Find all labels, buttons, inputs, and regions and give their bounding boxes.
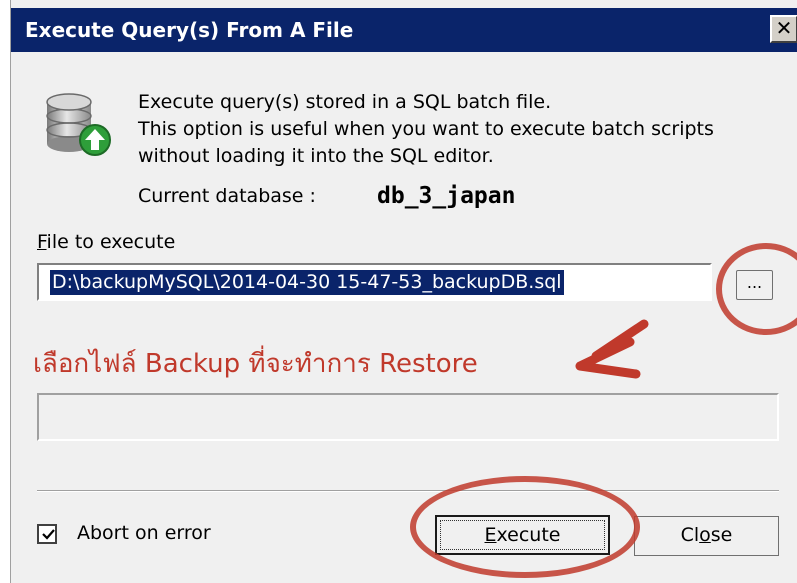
checkmark-icon: [42, 529, 55, 540]
title-bar[interactable]: Execute Query(s) From A File ✕: [11, 8, 797, 52]
file-path-value: D:\backupMySQL\2014-04-30 15-47-53_backu…: [50, 270, 564, 295]
execute-query-dialog: Execute Query(s) From A File ✕ Execute q…: [10, 0, 797, 583]
database-upload-icon: [46, 93, 111, 156]
divider: [37, 490, 779, 492]
description: Execute query(s) stored in a SQL batch f…: [138, 89, 714, 170]
close-icon: ✕: [775, 16, 793, 40]
annotation-arrow-icon: [575, 319, 649, 379]
current-database-value: db_3_japan: [377, 183, 516, 209]
close-label-post: se: [710, 524, 733, 546]
annotation-circle-execute: [410, 476, 640, 578]
description-line-3: without loading it into the SQL editor.: [138, 145, 494, 167]
description-line-1: Execute query(s) stored in a SQL batch f…: [138, 91, 552, 113]
checkbox-box[interactable]: [37, 524, 57, 544]
progress-bar: [37, 393, 779, 441]
close-window-button[interactable]: ✕: [770, 15, 797, 43]
file-to-execute-label: File to execute: [37, 231, 175, 253]
description-line-2: This option is useful when you want to e…: [138, 118, 714, 140]
current-database-label: Current database :: [138, 185, 316, 207]
file-label-rest: ile to execute: [46, 231, 176, 253]
abort-on-error-label: Abort on error: [77, 522, 211, 544]
file-path-input[interactable]: D:\backupMySQL\2014-04-30 15-47-53_backu…: [37, 263, 712, 301]
close-button[interactable]: Close: [634, 516, 779, 556]
file-label-mnemonic: F: [37, 231, 47, 253]
annotation-text: เลือกไฟล์ Backup ที่จะทำการ Restore: [33, 349, 478, 379]
close-mnemonic: o: [699, 524, 711, 546]
annotation-circle-browse: [716, 243, 797, 335]
window-title: Execute Query(s) From A File: [25, 18, 354, 42]
close-label-pre: Cl: [680, 524, 700, 546]
